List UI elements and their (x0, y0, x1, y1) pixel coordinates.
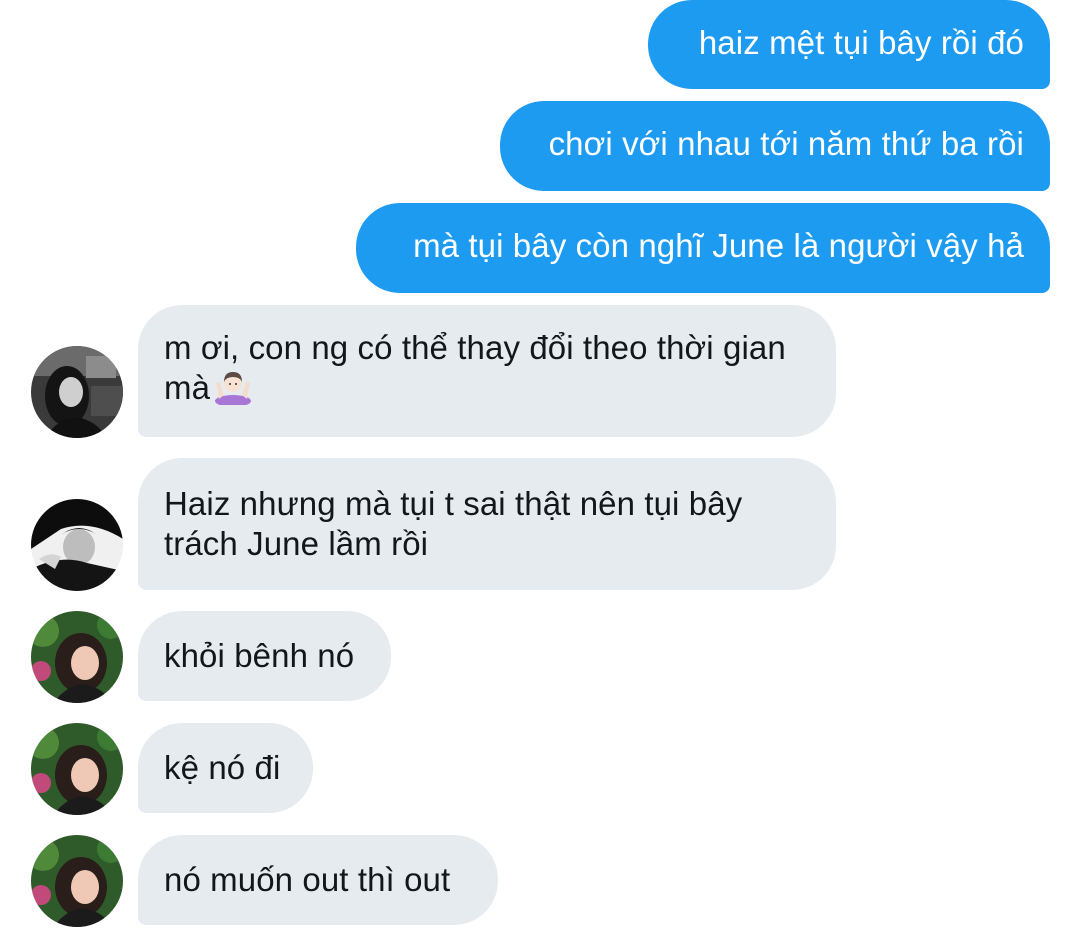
outgoing-message[interactable]: haiz mệt tụi bây rồi đó (648, 0, 1050, 89)
message-text: haiz mệt tụi bây rồi đó (698, 24, 1024, 61)
message-text: m ơi, con ng có thể thay đổi theo thời g… (164, 328, 810, 414)
message-text: Haiz nhưng mà tụi t sai thật nên tụi bây… (164, 485, 743, 562)
message-text: kệ nó đi (164, 749, 281, 786)
incoming-message[interactable]: m ơi, con ng có thể thay đổi theo thời g… (138, 305, 836, 437)
message-text: khỏi bênh nó (164, 637, 355, 674)
person-shrugging-emoji (214, 369, 252, 414)
avatar[interactable] (31, 835, 123, 927)
avatar[interactable] (31, 499, 123, 591)
conversation-thread: haiz mệt tụi bây rồi đó chơi với nhau tớ… (0, 0, 1080, 945)
avatar[interactable] (31, 346, 123, 438)
incoming-message[interactable]: Haiz nhưng mà tụi t sai thật nên tụi bây… (138, 458, 836, 590)
message-text: mà tụi bây còn nghĩ June là người vậy hả (413, 227, 1024, 264)
outgoing-message[interactable]: chơi với nhau tới năm thứ ba rồi (500, 101, 1050, 191)
avatar[interactable] (31, 723, 123, 815)
incoming-message[interactable]: khỏi bênh nó (138, 611, 391, 701)
incoming-message[interactable]: kệ nó đi (138, 723, 313, 813)
incoming-message[interactable]: nó muốn out thì out (138, 835, 498, 925)
message-text: chơi với nhau tới năm thứ ba rồi (548, 125, 1024, 162)
message-text: nó muốn out thì out (164, 861, 451, 898)
avatar[interactable] (31, 611, 123, 703)
outgoing-message[interactable]: mà tụi bây còn nghĩ June là người vậy hả (356, 203, 1050, 293)
